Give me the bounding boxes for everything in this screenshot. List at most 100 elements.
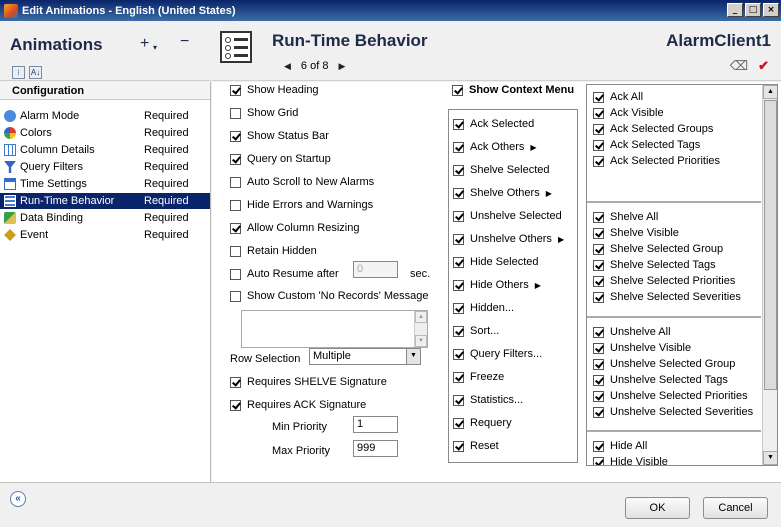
unshelve-visible-checkbox[interactable]: Unshelve Visible [593,342,691,354]
unshelve-selected-group-checkbox[interactable]: Unshelve Selected Group [593,358,735,370]
checkbox-box[interactable] [593,243,604,255]
checkbox-box[interactable] [230,84,241,96]
checkbox-box[interactable] [230,153,241,165]
shelve-visible-checkbox[interactable]: Shelve Visible [593,227,679,239]
checkbox-box[interactable] [453,394,464,406]
show-grid-checkbox[interactable]: Show Grid [230,107,298,119]
options-scrollbar[interactable]: ▲ ▼ [762,85,777,465]
scroll-down-icon[interactable]: ▼ [763,451,777,465]
ack-all-checkbox[interactable]: Ack All [593,91,643,103]
config-item-run-time-behavior[interactable]: Run-Time Behavior Required [0,193,210,209]
checkbox-box[interactable] [593,227,604,239]
checkbox-box[interactable] [230,107,241,119]
checkbox-box[interactable] [230,376,241,388]
menu-item-hide-others[interactable]: Hide Others ▶ [453,279,541,291]
menu-item-ack-selected[interactable]: Ack Selected [453,118,534,130]
window-title-bar[interactable]: Edit Animations - English (United States… [0,0,781,21]
checkbox-box[interactable] [230,222,241,234]
ack-selected-priorities-checkbox[interactable]: Ack Selected Priorities [593,155,720,167]
remove-animation-button[interactable]: − [180,33,189,51]
checkbox-box[interactable] [452,84,463,96]
unshelve-all-checkbox[interactable]: Unshelve All [593,326,671,338]
checkbox-box[interactable] [593,374,604,386]
config-item-colors[interactable]: Colors Required [0,125,210,141]
checkbox-box[interactable] [593,358,604,370]
checkbox-box[interactable] [453,440,464,452]
query-on-startup-checkbox[interactable]: Query on Startup [230,153,331,165]
checkbox-box[interactable] [453,417,464,429]
checkbox-box[interactable] [593,91,604,103]
checkbox-box[interactable] [453,164,464,176]
scrollbar-thumb[interactable] [764,100,777,390]
menu-item-ack-others[interactable]: Ack Others ▶ [453,141,537,153]
close-button[interactable]: × [763,3,779,17]
checkbox-box[interactable] [230,199,241,211]
ack-visible-checkbox[interactable]: Ack Visible [593,107,664,119]
hide-errors-checkbox[interactable]: Hide Errors and Warnings [230,199,373,211]
checkbox-box[interactable] [593,342,604,354]
checkbox-box[interactable] [230,245,241,257]
checkbox-box[interactable] [453,371,464,383]
apply-check-icon[interactable]: ✔ [758,58,769,74]
checkbox-box[interactable] [593,440,604,452]
shelve-all-checkbox[interactable]: Shelve All [593,211,658,223]
submenu-arrow-icon[interactable]: ▶ [546,189,552,198]
config-item-data-binding[interactable]: Data Binding Required [0,210,210,226]
auto-scroll-checkbox[interactable]: Auto Scroll to New Alarms [230,176,374,188]
requires-shelve-signature-checkbox[interactable]: Requires SHELVE Signature [230,376,387,388]
checkbox-box[interactable] [593,456,604,465]
shelve-selected-priorities-checkbox[interactable]: Shelve Selected Priorities [593,275,735,287]
submenu-arrow-icon[interactable]: ▶ [530,143,536,152]
cancel-button[interactable]: Cancel [703,497,768,519]
checkbox-box[interactable] [453,256,464,268]
retain-hidden-checkbox[interactable]: Retain Hidden [230,245,317,257]
auto-resume-seconds-input[interactable]: 0 [353,261,398,278]
hide-all-checkbox[interactable]: Hide All [593,440,647,452]
menu-item-query-filters[interactable]: Query Filters... [453,348,542,360]
maximize-button[interactable]: □ [745,3,761,17]
add-dropdown-icon[interactable]: ▾ [153,43,157,52]
checkbox-box[interactable] [593,155,604,167]
show-heading-checkbox[interactable]: Show Heading [230,84,319,96]
checkbox-box[interactable] [453,325,464,337]
eraser-icon[interactable]: ⌫ [730,58,748,74]
checkbox-box[interactable] [593,291,604,303]
menu-item-unshelve-selected[interactable]: Unshelve Selected [453,210,562,222]
config-item-query-filters[interactable]: Query Filters Required [0,159,210,175]
config-item-event[interactable]: Event Required [0,227,210,243]
checkbox-box[interactable] [230,130,241,142]
unshelve-selected-severities-checkbox[interactable]: Unshelve Selected Severities [593,406,753,418]
menu-item-hidden[interactable]: Hidden... [453,302,514,314]
checkbox-box[interactable] [593,259,604,271]
checkbox-box[interactable] [453,348,464,360]
menu-item-sort[interactable]: Sort... [453,325,499,337]
checkbox-box[interactable] [593,123,604,135]
checkbox-box[interactable] [230,268,241,280]
checkbox-box[interactable] [453,210,464,222]
unshelve-selected-priorities-checkbox[interactable]: Unshelve Selected Priorities [593,390,748,402]
config-item-column-details[interactable]: Column Details Required [0,142,210,158]
checkbox-box[interactable] [230,290,241,302]
collapse-panel-icon[interactable]: « [10,491,26,507]
previous-page-icon[interactable]: ◀ [284,61,291,72]
checkbox-box[interactable] [593,107,604,119]
show-context-menu-checkbox[interactable]: Show Context Menu [452,84,574,96]
sort-alpha-icon[interactable]: A↓ [29,66,42,79]
checkbox-box[interactable] [453,187,464,199]
menu-item-shelve-others[interactable]: Shelve Others ▶ [453,187,552,199]
checkbox-box[interactable] [230,176,241,188]
no-records-message-textbox[interactable]: ▲ ▼ [241,310,428,348]
shelve-selected-severities-checkbox[interactable]: Shelve Selected Severities [593,291,741,303]
menu-item-shelve-selected[interactable]: Shelve Selected [453,164,550,176]
menu-item-hide-selected[interactable]: Hide Selected [453,256,539,268]
checkbox-box[interactable] [453,233,464,245]
menu-item-statistics[interactable]: Statistics... [453,394,523,406]
config-item-time-settings[interactable]: Time Settings Required [0,176,210,192]
category-view-icon[interactable]: ⁝ [12,66,25,79]
menu-item-requery[interactable]: Requery [453,417,512,429]
menu-item-reset[interactable]: Reset [453,440,499,452]
scroll-down-icon[interactable]: ▼ [415,335,427,347]
checkbox-box[interactable] [593,390,604,402]
scroll-up-icon[interactable]: ▲ [415,311,427,323]
next-page-icon[interactable]: ▶ [338,61,345,72]
